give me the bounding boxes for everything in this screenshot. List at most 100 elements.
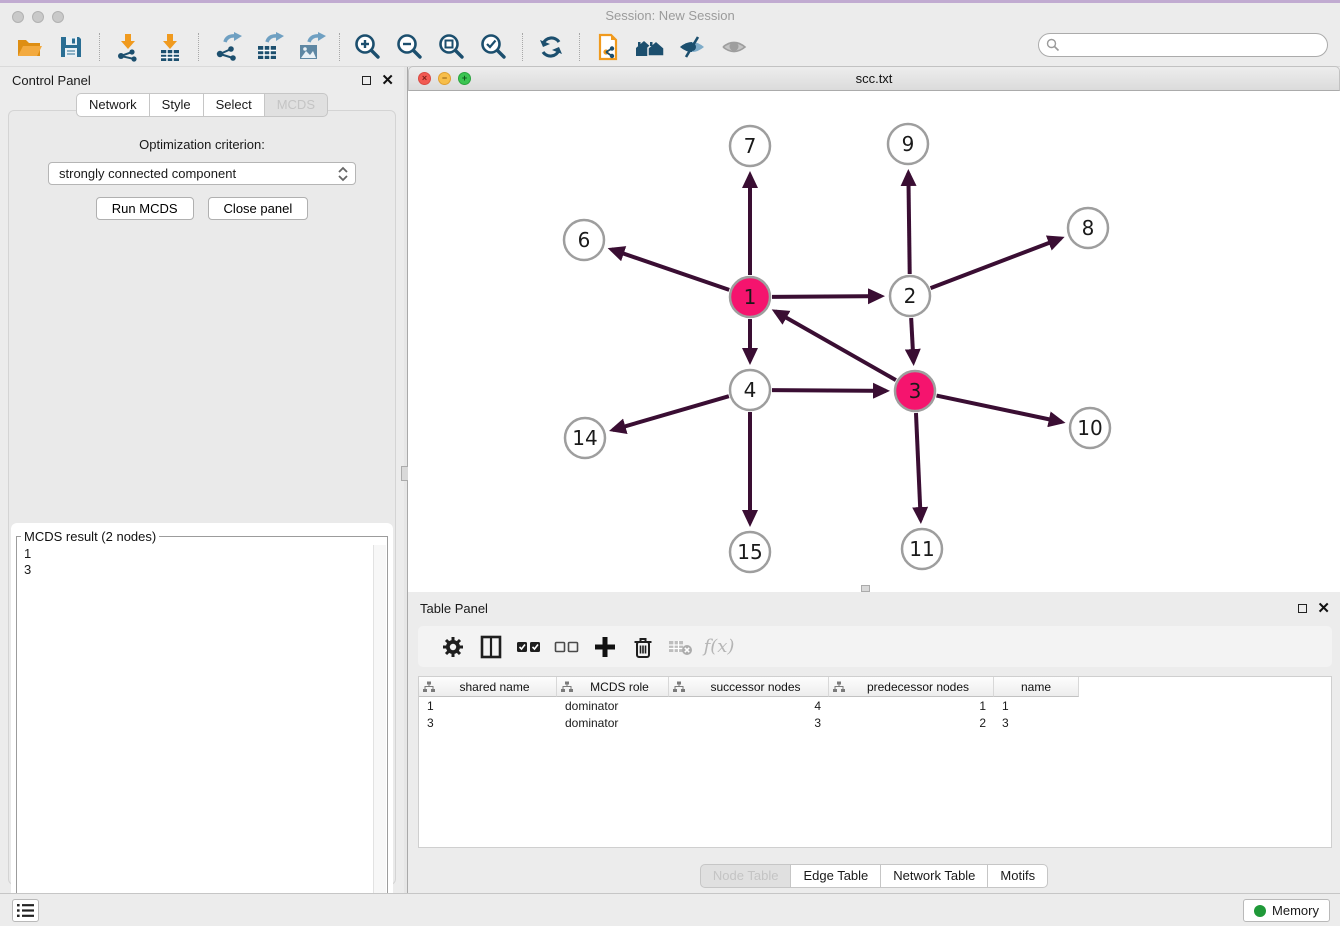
export-network-button[interactable]	[210, 32, 244, 62]
float-table-panel-icon[interactable]	[1298, 604, 1307, 613]
minimize-window-icon[interactable]	[32, 11, 44, 23]
graph-node-8[interactable]: 8	[1068, 208, 1108, 248]
select-all-button[interactable]	[510, 631, 548, 663]
import-network-button[interactable]	[111, 32, 145, 62]
close-table-panel-icon[interactable]: ✕	[1317, 601, 1330, 616]
table-cell: dominator	[557, 716, 669, 730]
graph-node-label: 4	[744, 378, 757, 402]
add-column-button[interactable]	[586, 631, 624, 663]
tab-network[interactable]: Network	[76, 93, 150, 117]
task-history-button[interactable]	[12, 899, 39, 922]
graph-node-label: 6	[578, 228, 591, 252]
tab-select[interactable]: Select	[203, 93, 265, 117]
control-panel-tabs: NetworkStyleSelectMCDS	[0, 93, 404, 117]
close-panel-button[interactable]: Close panel	[208, 197, 309, 220]
graph-edge-1-2[interactable]	[772, 296, 881, 297]
network-graph: 7 9 6 8 1 2 4 3 14 10 15 11	[408, 91, 1340, 592]
table-tab-node-table[interactable]: Node Table	[700, 864, 792, 888]
column-header-predecessor-nodes[interactable]: predecessor nodes	[829, 677, 994, 697]
column-header-name[interactable]: name	[994, 677, 1079, 697]
graph-edge-2-3[interactable]	[911, 318, 913, 362]
graph-node-14[interactable]: 14	[565, 418, 605, 458]
network-canvas[interactable]: 7 9 6 8 1 2 4 3 14 10 15 11	[408, 91, 1340, 592]
table-row[interactable]: 3dominator323	[419, 714, 1331, 731]
app-titlebar: Session: New Session	[0, 0, 1340, 28]
graph-edge-2-8[interactable]	[931, 238, 1061, 288]
open-session-button[interactable]	[12, 32, 46, 62]
graph-node-1[interactable]: 1	[730, 277, 770, 317]
graph-node-6[interactable]: 6	[564, 220, 604, 260]
search-input[interactable]	[1060, 36, 1327, 54]
graph-node-label: 14	[572, 426, 597, 450]
memory-button[interactable]: Memory	[1243, 899, 1330, 922]
graph-node-9[interactable]: 9	[888, 124, 928, 164]
graph-edge-1-6[interactable]	[611, 249, 729, 289]
column-header-successor-nodes[interactable]: successor nodes	[669, 677, 829, 697]
float-panel-icon[interactable]	[362, 76, 371, 85]
graph-node-15[interactable]: 15	[730, 532, 770, 572]
zoom-window-icon[interactable]	[52, 11, 64, 23]
graph-edge-4-3[interactable]	[772, 390, 886, 391]
close-panel-icon[interactable]: ✕	[381, 73, 394, 88]
delete-column-button[interactable]	[624, 631, 662, 663]
table-tabs: Node TableEdge TableNetwork TableMotifs	[408, 864, 1340, 888]
table-tab-edge-table[interactable]: Edge Table	[790, 864, 881, 888]
graph-edge-3-10[interactable]	[937, 396, 1062, 422]
graph-edge-3-11[interactable]	[916, 413, 921, 520]
graph-node-2[interactable]: 2	[890, 276, 930, 316]
deselect-all-button[interactable]	[548, 631, 586, 663]
zoom-out-button[interactable]	[393, 32, 427, 62]
export-image-button[interactable]	[294, 32, 328, 62]
mcds-result-legend: MCDS result (2 nodes)	[21, 529, 159, 544]
zoom-fit-button[interactable]	[435, 32, 469, 62]
tab-style[interactable]: Style	[149, 93, 204, 117]
import-table-button[interactable]	[153, 32, 187, 62]
network-resize-handle[interactable]	[861, 585, 870, 592]
table-settings-button[interactable]	[434, 631, 472, 663]
graph-edge-3-1[interactable]	[775, 311, 896, 380]
graph-node-label: 1	[744, 285, 757, 309]
graph-node-11[interactable]: 11	[902, 529, 942, 569]
column-header-MCDS-role[interactable]: MCDS role	[557, 677, 669, 697]
import-table-icon	[155, 32, 185, 62]
tab-mcds[interactable]: MCDS	[264, 93, 328, 117]
first-neighbors-button[interactable]	[591, 32, 625, 62]
eye-button[interactable]	[717, 32, 751, 62]
node-table[interactable]: shared nameMCDS rolesuccessor nodesprede…	[418, 676, 1332, 848]
close-network-icon[interactable]: ×	[418, 72, 431, 85]
show-columns-button[interactable]	[472, 631, 510, 663]
table-header-row: shared nameMCDS rolesuccessor nodesprede…	[419, 677, 1331, 697]
result-scrollbar[interactable]	[373, 545, 386, 904]
toggle-visibility-button[interactable]	[675, 32, 709, 62]
criterion-dropdown[interactable]: strongly connected component	[48, 162, 356, 185]
graph-node-10[interactable]: 10	[1070, 408, 1110, 448]
main-toolbar	[0, 28, 1340, 67]
table-row[interactable]: 1dominator411	[419, 697, 1331, 714]
refresh-button[interactable]	[534, 32, 568, 62]
run-mcds-button[interactable]: Run MCDS	[96, 197, 194, 220]
function-builder-button-disabled: f(x)	[700, 631, 738, 663]
save-icon	[57, 33, 85, 61]
zoom-in-button[interactable]	[351, 32, 385, 62]
home-button[interactable]	[633, 32, 667, 62]
graph-edge-2-9[interactable]	[908, 173, 909, 274]
window-controls[interactable]	[12, 11, 64, 23]
network-window-title: scc.txt	[856, 71, 893, 86]
graph-node-4[interactable]: 4	[730, 370, 770, 410]
minimize-network-icon[interactable]: −	[438, 72, 451, 85]
maximize-network-icon[interactable]: +	[458, 72, 471, 85]
column-header-shared-name[interactable]: shared name	[419, 677, 557, 697]
network-window-controls[interactable]: × − +	[418, 72, 471, 85]
export-table-button[interactable]	[252, 32, 286, 62]
graph-node-3[interactable]: 3	[895, 371, 935, 411]
table-tab-network-table[interactable]: Network Table	[880, 864, 988, 888]
zoom-selected-button[interactable]	[477, 32, 511, 62]
search-box[interactable]	[1038, 33, 1328, 57]
table-tab-motifs[interactable]: Motifs	[987, 864, 1048, 888]
network-window-titlebar[interactable]: × − + scc.txt	[408, 66, 1340, 91]
save-session-button[interactable]	[54, 32, 88, 62]
close-window-icon[interactable]	[12, 11, 24, 23]
graph-node-7[interactable]: 7	[730, 126, 770, 166]
criterion-dropdown-value: strongly connected component	[59, 166, 337, 181]
graph-edge-4-14[interactable]	[613, 396, 729, 430]
